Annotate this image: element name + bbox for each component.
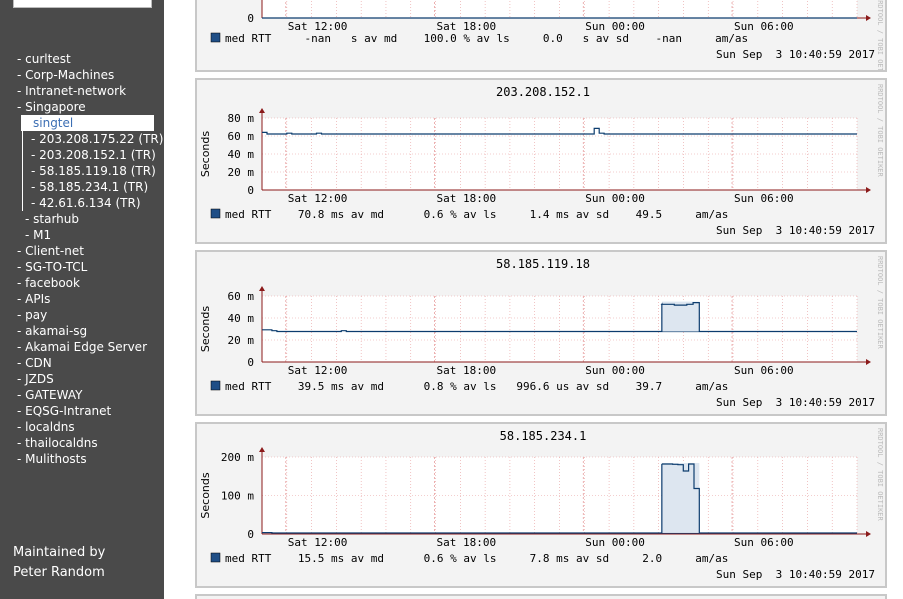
y-tick-label: 60 m xyxy=(228,130,255,143)
y-tick-label: 0 xyxy=(247,528,254,541)
y-axis-label: Seconds xyxy=(199,472,212,518)
sidebar-item[interactable]: - 203.208.175.22 (TR) xyxy=(22,131,164,147)
graph-timestamp: Sun Sep 3 10:40:59 2017 xyxy=(716,396,875,409)
y-tick-label: 0 xyxy=(247,12,254,25)
legend-swatch xyxy=(210,208,221,219)
y-tick-label: 100 m xyxy=(221,490,254,503)
graph-area: RRDTOOL / TOBI OETIKER 0 Sat 12:00 Sat 18:0… xyxy=(164,0,903,599)
sidebar-item[interactable]: - starhub xyxy=(0,211,164,227)
x-tick-label: Sun 06:00 xyxy=(734,364,794,377)
sidebar-item[interactable]: - pay xyxy=(0,307,164,323)
y-axis-arrow xyxy=(259,286,265,291)
graph-panel-partial: RRDTOOL / TOBI OETIKER 0 Sat 12:00 Sat 18:0… xyxy=(195,0,887,72)
x-tick-label: Sat 12:00 xyxy=(288,364,348,377)
legend-stats: med RTT 15.5 ms av md 0.6 % av ls 7.8 ms… xyxy=(225,552,728,565)
x-tick-label: Sun 06:00 xyxy=(734,192,794,205)
x-tick-label: Sat 18:00 xyxy=(437,536,497,549)
sidebar-item[interactable]: - 58.185.119.18 (TR) xyxy=(22,163,164,179)
sidebar-item[interactable]: - CDN xyxy=(0,355,164,371)
y-tick-label: 60 m xyxy=(228,290,255,303)
y-tick-label: 200 m xyxy=(221,451,254,464)
rrdtool-watermark: RRDTOOL / TOBI OETIKER xyxy=(876,0,884,70)
sidebar: - curltest - Corp-Machines - Intranet-netw… xyxy=(0,0,164,599)
y-tick-label: 40 m xyxy=(228,148,255,161)
plot-background xyxy=(262,0,857,18)
y-tick-label: 80 m xyxy=(228,112,255,125)
sidebar-item[interactable]: - thailocaldns xyxy=(0,435,164,451)
graph-panel-58-185-234-1: 58.185.234.1 Seconds RRDTOOL / TOBI OETIKE… xyxy=(195,422,887,588)
sidebar-item[interactable]: - facebook xyxy=(0,275,164,291)
rrdtool-watermark: RRDTOOL / TOBI OETIKER xyxy=(876,84,884,178)
legend-stats: med RTT 39.5 ms av md 0.8 % av ls 996.6 … xyxy=(225,380,728,393)
maintainer-name: Peter Random xyxy=(13,565,105,580)
rtt-chart: 203.208.152.1 Seconds RRDTOOL / TOBI OETIK… xyxy=(199,84,884,237)
y-axis-arrow xyxy=(259,447,265,452)
sidebar-item[interactable]: - Intranet-network xyxy=(0,83,164,99)
rrdtool-watermark: RRDTOOL / TOBI OETIKER xyxy=(876,256,884,350)
legend-stats: med RTT -nan s av md 100.0 % av ls 0.0 s… xyxy=(225,32,748,45)
rtt-chart: 58.185.234.1 Seconds RRDTOOL / TOBI OETIKE… xyxy=(199,428,884,581)
chart-title: 58.185.234.1 xyxy=(500,429,587,443)
rtt-chart: 58.185.119.18 Seconds RRDTOOL / TOBI OETIK… xyxy=(199,256,884,409)
sidebar-item[interactable]: - M1 xyxy=(0,227,164,243)
sidebar-item[interactable]: - 58.185.234.1 (TR) xyxy=(22,179,164,195)
x-tick-label: Sun 06:00 xyxy=(734,536,794,549)
sidebar-item[interactable]: - curltest xyxy=(0,51,164,67)
y-tick-label: 0 xyxy=(247,356,254,369)
sidebar-item[interactable]: - akamai-sg xyxy=(0,323,164,339)
spike-shade xyxy=(661,301,700,332)
graph-timestamp: Sun Sep 3 10:40:59 2017 xyxy=(716,224,875,237)
y-axis-arrow xyxy=(259,108,265,113)
maintainer-credit: Maintained by Peter Random xyxy=(13,543,105,583)
graph-panel-58-185-119-18: 58.185.119.18 Seconds RRDTOOL / TOBI OETIK… xyxy=(195,250,887,416)
graph-panel-next xyxy=(195,594,887,599)
maintainer-label: Maintained by xyxy=(13,545,106,560)
sidebar-nav: - curltest - Corp-Machines - Intranet-netw… xyxy=(0,51,164,467)
x-tick-label: Sat 18:00 xyxy=(437,192,497,205)
x-tick-label: Sat 18:00 xyxy=(437,364,497,377)
sidebar-item[interactable]: - Corp-Machines xyxy=(0,67,164,83)
sidebar-item[interactable]: - EQSG-Intranet xyxy=(0,403,164,419)
chart-title: 58.185.119.18 xyxy=(496,257,590,271)
x-tick-label: Sat 12:00 xyxy=(288,192,348,205)
x-tick-label: Sun 00:00 xyxy=(585,364,645,377)
y-tick-label: 20 m xyxy=(228,334,255,347)
rtt-chart: RRDTOOL / TOBI OETIKER0Sat 12:00 Sat 18:0… xyxy=(210,0,884,70)
graph-panel-203-208-152-1: 203.208.152.1 Seconds RRDTOOL / TOBI OETIK… xyxy=(195,78,887,244)
y-tick-label: 0 xyxy=(247,184,254,197)
rrdtool-watermark: RRDTOOL / TOBI OETIKER xyxy=(876,428,884,522)
x-tick-label: Sun 00:00 xyxy=(585,192,645,205)
graph-timestamp: Sun Sep 3 10:40:59 2017 xyxy=(716,568,875,581)
x-axis-arrow xyxy=(866,359,871,365)
sidebar-item[interactable]: - APIs xyxy=(0,291,164,307)
legend-swatch xyxy=(210,380,221,391)
legend-stats: med RTT 70.8 ms av md 0.6 % av ls 1.4 ms… xyxy=(225,208,728,221)
sidebar-item[interactable]: - Akamai Edge Server xyxy=(0,339,164,355)
sidebar-item[interactable]: - 42.61.6.134 (TR) xyxy=(22,195,164,211)
sidebar-item[interactable]: - JZDS xyxy=(0,371,164,387)
chart-title: 203.208.152.1 xyxy=(496,85,590,99)
sidebar-item[interactable]: - 203.208.152.1 (TR) xyxy=(22,147,164,163)
legend-swatch xyxy=(210,32,221,43)
x-tick-label: Sun 00:00 xyxy=(585,536,645,549)
legend-swatch xyxy=(210,552,221,563)
sidebar-item[interactable]: - Mulithosts xyxy=(0,451,164,467)
sidebar-item[interactable]: - SG-TO-TCL xyxy=(0,259,164,275)
x-tick-label: Sat 12:00 xyxy=(288,536,348,549)
sidebar-item[interactable]: - GATEWAY xyxy=(0,387,164,403)
sidebar-item[interactable]: - Client-net xyxy=(0,243,164,259)
search-input[interactable] xyxy=(13,0,152,8)
x-axis-arrow xyxy=(866,531,871,537)
sidebar-item[interactable]: singtel xyxy=(21,115,154,131)
y-axis-label: Seconds xyxy=(199,131,212,177)
y-tick-label: 20 m xyxy=(228,166,255,179)
y-tick-label: 40 m xyxy=(228,312,255,325)
sidebar-item[interactable]: - localdns xyxy=(0,419,164,435)
x-axis-arrow xyxy=(866,187,871,193)
graph-timestamp: Sun Sep 3 10:40:59 2017 xyxy=(716,48,875,61)
y-axis-label: Seconds xyxy=(199,306,212,352)
sidebar-item[interactable]: - Singapore xyxy=(0,99,164,115)
x-axis-arrow xyxy=(866,15,871,21)
